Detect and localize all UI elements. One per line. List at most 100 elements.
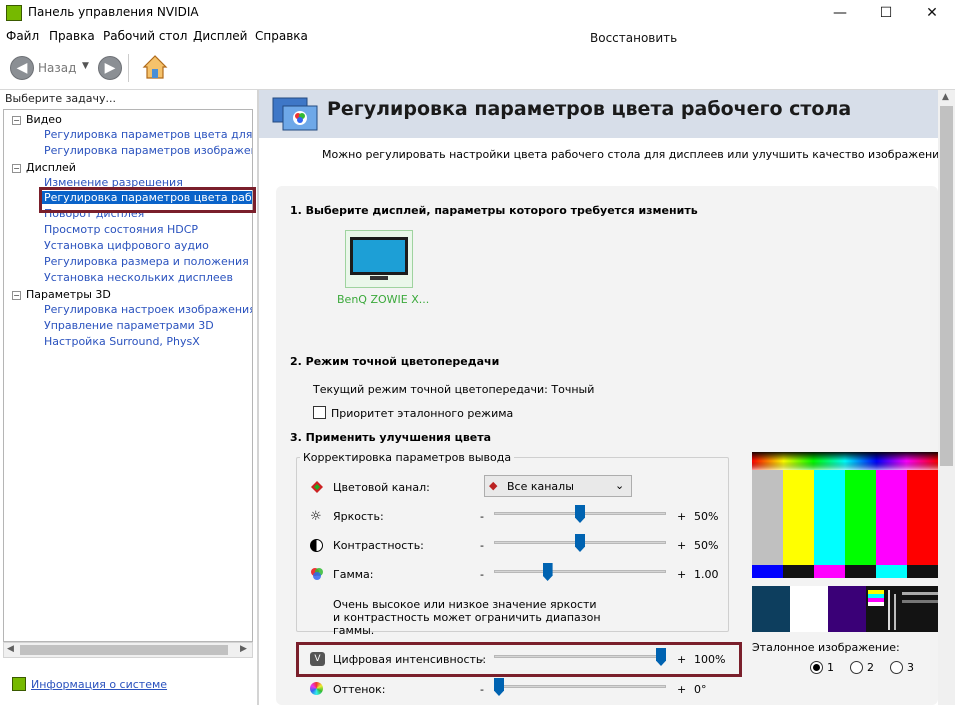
toolbar: ◀ Назад ▼ ▶ <box>0 46 955 90</box>
hue-icon <box>310 682 323 695</box>
title-bar: Панель управления NVIDIA — ☐ ✕ <box>0 0 955 26</box>
digital-vibrance-label: Цифровая интенсивность: <box>333 653 487 666</box>
priority-ref-label[interactable]: Приоритет эталонного режима <box>331 407 513 420</box>
tree-item-3d-image[interactable]: Регулировка настроек изображения с пр <box>44 303 252 316</box>
system-info-label[interactable]: Информация о системе <box>31 678 167 691</box>
display-name[interactable]: BenQ ZOWIE X... <box>337 293 429 306</box>
menu-bar: Файл Правка Рабочий стол Дисплей Справка <box>0 26 955 46</box>
section-1-heading: 1. Выберите дисплей, параметры которого … <box>290 204 698 217</box>
digital-vibrance-value: 100% <box>694 653 726 666</box>
forward-arrow-icon[interactable]: ▶ <box>98 56 122 80</box>
tree-item-video-image[interactable]: Регулировка параметров изображения д <box>44 144 252 157</box>
hue-slider-track[interactable] <box>494 685 666 688</box>
menu-desktop[interactable]: Рабочий стол <box>103 29 187 43</box>
scroll-up-icon[interactable]: ▲ <box>942 92 949 102</box>
channel-value: Все каналы <box>507 480 574 493</box>
gamma-plus[interactable]: + <box>677 568 686 581</box>
chevron-down-icon: ⌄ <box>615 479 625 492</box>
page-description: Можно регулировать настройки цвета рабоч… <box>322 148 938 161</box>
current-mode-text: Текущий режим точной цветопередачи: Точн… <box>313 383 595 396</box>
gamma-range-note: Очень высокое или низкое значение яркост… <box>333 598 601 637</box>
brightness-label: Яркость: <box>333 510 384 523</box>
digital-vibrance-icon: V <box>310 652 325 666</box>
digital-vibrance-plus[interactable]: + <box>677 653 686 666</box>
channel-label: Цветовой канал: <box>333 481 430 494</box>
home-icon[interactable] <box>142 54 168 80</box>
scroll-right-icon[interactable]: ▶ <box>240 644 247 654</box>
tree-item-audio[interactable]: Установка цифрового аудио <box>44 239 209 252</box>
gamma-value: 1.00 <box>694 568 719 581</box>
toolbar-divider <box>128 54 129 82</box>
brightness-plus[interactable]: + <box>677 510 686 523</box>
hue-value: 0° <box>694 683 707 696</box>
digital-vibrance-slider-track[interactable] <box>494 655 666 658</box>
scroll-left-icon[interactable]: ◀ <box>7 644 14 654</box>
task-pane-header: Выберите задачу... <box>5 92 117 105</box>
menu-file[interactable]: Файл <box>6 29 39 43</box>
brightness-minus[interactable]: - <box>480 510 484 523</box>
tree-item-video-color[interactable]: Регулировка параметров цвета для вид <box>44 128 252 141</box>
tree-item-multi-display[interactable]: Установка нескольких дисплеев <box>44 271 233 284</box>
back-arrow-icon[interactable]: ◀ <box>10 56 34 80</box>
display-tile[interactable] <box>345 230 413 288</box>
maximize-button[interactable]: ☐ <box>863 0 909 26</box>
ref-option-3-label[interactable]: 3 <box>907 661 914 674</box>
hue-label: Оттенок: <box>333 683 386 696</box>
channel-icon: ◆ <box>489 479 498 492</box>
restore-defaults-link[interactable]: Восстановить <box>590 31 677 45</box>
desktop-color-icon <box>272 97 318 131</box>
ref-option-2-radio[interactable] <box>850 661 863 674</box>
page-title: Регулировка параметров цвета рабочего ст… <box>327 98 852 120</box>
tree-node-3d[interactable]: Параметры 3D <box>26 288 111 301</box>
nvidia-app-icon <box>6 5 22 21</box>
collapse-icon[interactable]: − <box>12 291 21 300</box>
window-title: Панель управления NVIDIA <box>28 5 199 19</box>
tree-node-display[interactable]: Дисплей <box>26 161 76 174</box>
tree-item-3d-manage[interactable]: Управление параметрами 3D <box>44 319 214 332</box>
brightness-icon: ☼ <box>310 509 322 524</box>
menu-help[interactable]: Справка <box>255 29 308 43</box>
history-dropdown-icon[interactable]: ▼ <box>82 61 89 71</box>
minimize-button[interactable]: — <box>817 0 863 26</box>
reference-image-label: Эталонное изображение: <box>752 641 900 654</box>
contrast-value: 50% <box>694 539 719 552</box>
gamma-icon <box>311 568 323 580</box>
back-label[interactable]: Назад <box>38 61 76 75</box>
ref-option-2-label[interactable]: 2 <box>867 661 874 674</box>
tree-item-hdcp[interactable]: Просмотр состояния HDCP <box>44 223 198 236</box>
tree-item-surround[interactable]: Настройка Surround, PhysX <box>44 335 200 348</box>
reference-test-pattern <box>752 452 938 632</box>
gamma-label: Гамма: <box>333 568 374 581</box>
ref-option-1-label[interactable]: 1 <box>827 661 834 674</box>
gamma-minus[interactable]: - <box>480 568 484 581</box>
scroll-thumb[interactable] <box>20 645 228 655</box>
brightness-value: 50% <box>694 510 719 523</box>
annotation-highlight-tree <box>39 187 256 213</box>
contrast-icon <box>310 539 323 552</box>
contrast-plus[interactable]: + <box>677 539 686 552</box>
ref-option-3-radio[interactable] <box>890 661 903 674</box>
priority-ref-checkbox[interactable] <box>313 406 326 419</box>
color-channel-icon <box>311 481 323 493</box>
tree-item-size-position[interactable]: Регулировка размера и положения рабо <box>44 255 252 268</box>
pane-splitter[interactable] <box>257 90 259 705</box>
hue-minus[interactable]: - <box>480 683 484 696</box>
menu-edit[interactable]: Правка <box>49 29 95 43</box>
section-2-heading: 2. Режим точной цветопередачи <box>290 355 500 368</box>
color-channel-select[interactable]: ◆ Все каналы ⌄ <box>484 475 632 497</box>
scroll-thumb[interactable] <box>940 106 953 466</box>
contrast-minus[interactable]: - <box>480 539 484 552</box>
contrast-label: Контрастность: <box>333 539 424 552</box>
collapse-icon[interactable]: − <box>12 116 21 125</box>
gamma-slider-track[interactable] <box>494 570 666 573</box>
menu-display[interactable]: Дисплей <box>193 29 247 43</box>
group-label: Корректировка параметров вывода <box>300 451 515 464</box>
hue-plus[interactable]: + <box>677 683 686 696</box>
collapse-icon[interactable]: − <box>12 164 21 173</box>
digital-vibrance-minus[interactable]: - <box>480 653 484 666</box>
radio-dot <box>813 664 820 671</box>
ref-option-1-radio[interactable] <box>810 661 823 674</box>
tree-node-video[interactable]: Видео <box>26 113 62 126</box>
close-button[interactable]: ✕ <box>909 0 955 26</box>
monitor-icon <box>350 237 408 280</box>
